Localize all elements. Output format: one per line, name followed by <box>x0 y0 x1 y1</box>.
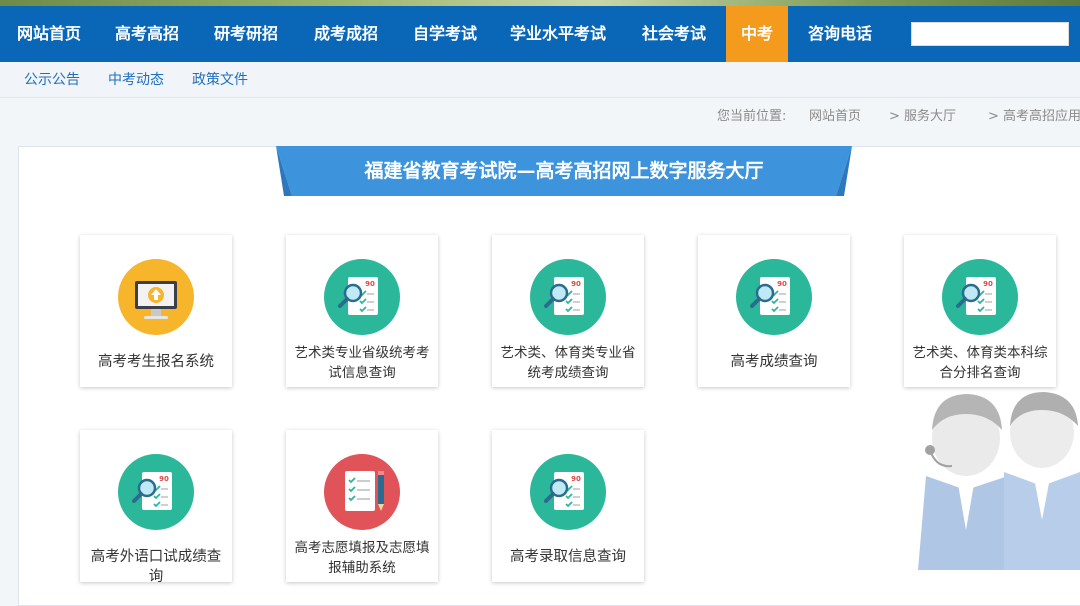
score-sheet-search-icon: 90 <box>530 259 606 335</box>
nav-item-adult-exam[interactable]: 成考成招 <box>296 6 396 62</box>
service-card-label: 艺术类专业省级统考考试信息查询 <box>294 345 430 381</box>
service-card-oral-exam-score[interactable]: 90 高考外语口试成绩查询 <box>80 430 232 585</box>
subnav-item-zhongkao-news[interactable]: 中考动态 <box>108 62 164 98</box>
service-card-label: 艺术类、体育类专业省统考成绩查询 <box>500 345 636 381</box>
service-card-label: 艺术类、体育类本科综合分排名查询 <box>912 345 1048 381</box>
nav-item-zhongkao[interactable]: 中考 <box>726 6 788 62</box>
svg-text:90: 90 <box>159 475 169 483</box>
breadcrumb-service-hall[interactable]: > 服务大厅 <box>889 106 956 128</box>
service-card-label: 高考外语口试成绩查询 <box>90 549 222 585</box>
search-input[interactable] <box>911 22 1069 46</box>
service-card-gaokao-score[interactable]: 90 高考成绩查询 <box>698 235 850 387</box>
service-card-composite-ranking[interactable]: 90 艺术类、体育类本科综合分排名查询 <box>904 235 1056 387</box>
svg-text:90: 90 <box>777 280 787 288</box>
computer-upload-icon <box>118 259 194 335</box>
nav-item-social-exam[interactable]: 社会考试 <box>622 6 726 62</box>
main-nav: 网站首页 高考高招 研考研招 成考成招 自学考试 学业水平考试 社会考试 中考 … <box>0 6 1080 62</box>
score-sheet-search-icon: 90 <box>324 259 400 335</box>
service-card-admission-info[interactable]: 90 高考录取信息查询 <box>492 430 644 582</box>
service-card-art-sports-score[interactable]: 90 艺术类、体育类专业省统考成绩查询 <box>492 235 644 387</box>
nav-item-home[interactable]: 网站首页 <box>0 6 98 62</box>
subnav-item-announcements[interactable]: 公示公告 <box>24 62 80 98</box>
banner-title: 福建省教育考试院—高考高招网上数字服务大厅 <box>364 160 764 182</box>
nav-item-graduate-exam[interactable]: 研考研招 <box>196 6 296 62</box>
score-sheet-search-icon: 90 <box>942 259 1018 335</box>
sub-nav: 公示公告 中考动态 政策文件 <box>0 62 1080 98</box>
service-card-application-system[interactable]: 高考志愿填报及志愿填报辅助系统 <box>286 430 438 582</box>
service-card-label: 高考录取信息查询 <box>510 549 626 565</box>
nav-item-hotline[interactable]: 咨询电话 <box>788 6 892 62</box>
breadcrumb-prefix: 您当前位置: <box>717 109 787 124</box>
customer-service-mascot-icon <box>918 392 1080 570</box>
service-card-art-exam-info[interactable]: 90 艺术类专业省级统考考试信息查询 <box>286 235 438 387</box>
nav-item-gaokao[interactable]: 高考高招 <box>98 6 196 62</box>
svg-text:90: 90 <box>365 280 375 288</box>
form-pencil-icon <box>324 454 400 530</box>
service-card-label: 高考考生报名系统 <box>98 354 214 370</box>
svg-text:90: 90 <box>571 475 581 483</box>
breadcrumb-gaokao-apps[interactable]: > 高考高招应用 <box>988 106 1080 128</box>
score-sheet-search-icon: 90 <box>118 454 194 530</box>
svg-text:90: 90 <box>983 280 993 288</box>
nav-item-self-study-exam[interactable]: 自学考试 <box>396 6 494 62</box>
subnav-item-policy-docs[interactable]: 政策文件 <box>192 62 248 98</box>
service-card-label: 高考成绩查询 <box>730 354 818 370</box>
score-sheet-search-icon: 90 <box>736 259 812 335</box>
score-sheet-search-icon: 90 <box>530 454 606 530</box>
svg-text:90: 90 <box>571 280 581 288</box>
service-card-label: 高考志愿填报及志愿填报辅助系统 <box>294 540 430 576</box>
breadcrumb-home[interactable]: 网站首页 <box>809 106 861 128</box>
nav-item-proficiency-exam[interactable]: 学业水平考试 <box>494 6 622 62</box>
service-card-registration[interactable]: 高考考生报名系统 <box>80 235 232 387</box>
